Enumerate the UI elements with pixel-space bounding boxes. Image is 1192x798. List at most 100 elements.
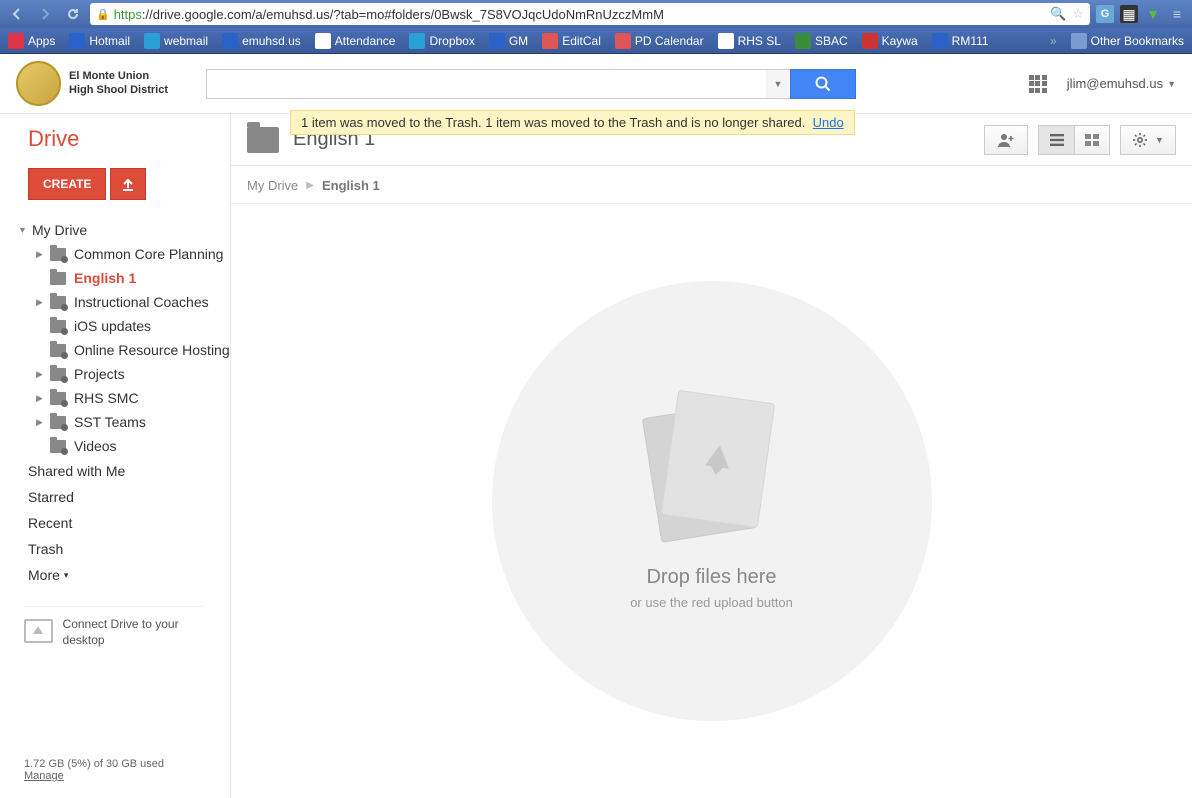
bookmark-item[interactable]: Dropbox <box>409 33 474 49</box>
list-icon <box>1050 134 1064 146</box>
bookmarks-overflow[interactable]: » <box>1050 34 1057 48</box>
starred-link[interactable]: Starred <box>0 484 230 510</box>
tree-item[interactable]: ▶ SST Teams <box>0 410 230 434</box>
bookmark-item[interactable]: EditCal <box>542 33 601 49</box>
bookmark-icon <box>144 33 160 49</box>
expand-icon[interactable]: ▶ <box>36 297 46 308</box>
trash-link[interactable]: Trash <box>0 536 230 562</box>
tree-item[interactable]: Online Resource Hosting <box>0 338 230 362</box>
breadcrumb-root[interactable]: My Drive <box>247 178 298 193</box>
tree-item[interactable]: ▶RHS SMC <box>0 386 230 410</box>
bookmark-icon <box>8 33 24 49</box>
star-icon[interactable]: ☆ <box>1072 6 1084 22</box>
ext-icon-3[interactable]: ▼ <box>1144 5 1162 23</box>
other-bookmarks[interactable]: Other Bookmarks <box>1071 33 1184 49</box>
tree-item[interactable]: ▶Projects <box>0 362 230 386</box>
person-add-icon <box>997 133 1015 147</box>
folder-icon <box>50 344 66 357</box>
reload-button[interactable] <box>62 3 84 25</box>
tree-item[interactable]: ▶Common Core Planning <box>0 242 230 266</box>
bookmark-item[interactable]: Attendance <box>315 33 396 49</box>
bookmark-label: Kaywa <box>882 34 918 48</box>
bookmark-item[interactable]: Hotmail <box>69 33 130 49</box>
bookmark-item[interactable]: RHS SL <box>718 33 781 49</box>
search-area: ▼ <box>206 69 856 99</box>
bookmark-item[interactable]: PD Calendar <box>615 33 704 49</box>
storage-info: 1.72 GB (5%) of 30 GB used Manage <box>0 758 230 790</box>
ext-icon-2[interactable]: ▦ <box>1120 5 1138 23</box>
bookmark-item[interactable]: SBAC <box>795 33 848 49</box>
district-logo-area[interactable]: El Monte Union High Shool District <box>16 61 206 106</box>
zoom-icon[interactable]: 🔍 <box>1050 6 1066 22</box>
bookmark-item[interactable]: webmail <box>144 33 208 49</box>
drop-title: Drop files here <box>646 566 776 589</box>
shared-with-me-link[interactable]: Shared with Me <box>0 458 230 484</box>
folder-icon <box>50 440 66 453</box>
tree-item[interactable]: Videos <box>0 434 230 458</box>
settings-button[interactable]: ▼ <box>1120 125 1176 155</box>
bookmark-label: emuhsd.us <box>242 34 301 48</box>
app-header: El Monte Union High Shool District ▼ jli… <box>0 54 1192 114</box>
search-dropdown[interactable]: ▼ <box>766 69 790 99</box>
chevron-down-icon: ▼ <box>1167 79 1176 89</box>
undo-link[interactable]: Undo <box>813 115 844 130</box>
back-button[interactable] <box>6 3 28 25</box>
forward-button[interactable] <box>34 3 56 25</box>
bookmark-item[interactable]: RM111 <box>932 33 989 49</box>
expand-icon[interactable]: ▶ <box>36 249 46 260</box>
menu-icon[interactable]: ≡ <box>1168 5 1186 23</box>
expand-icon[interactable]: ▶ <box>36 417 46 428</box>
ext-icon-1[interactable]: G <box>1096 5 1114 23</box>
tree-item[interactable]: iOS updates <box>0 314 230 338</box>
bookmark-icon <box>615 33 631 49</box>
list-view-button[interactable] <box>1038 125 1074 155</box>
connect-desktop[interactable]: Connect Drive to your desktop <box>24 606 204 648</box>
bookmark-item[interactable]: emuhsd.us <box>222 33 301 49</box>
upload-button[interactable] <box>110 168 146 200</box>
manage-storage-link[interactable]: Manage <box>24 770 64 782</box>
tree-item[interactable]: ▶Instructional Coaches <box>0 290 230 314</box>
tree-item[interactable]: English 1 <box>0 266 230 290</box>
folder-icon <box>247 127 279 153</box>
bookmark-icon <box>315 33 331 49</box>
drop-subtitle: or use the red upload button <box>630 595 793 610</box>
grid-view-button[interactable] <box>1074 125 1110 155</box>
search-input[interactable] <box>206 69 766 99</box>
expand-icon[interactable]: ▶ <box>36 393 46 404</box>
folder-icon <box>50 320 66 333</box>
search-icon <box>814 75 832 93</box>
bookmark-icon <box>862 33 878 49</box>
bookmark-label: RHS SL <box>738 34 781 48</box>
user-menu[interactable]: jlim@emuhsd.us ▼ <box>1067 76 1176 91</box>
tree-item-label: SST Teams <box>74 414 146 430</box>
bookmark-item[interactable]: Kaywa <box>862 33 918 49</box>
apps-grid-icon[interactable] <box>1029 75 1047 93</box>
recent-link[interactable]: Recent <box>0 510 230 536</box>
folder-icon <box>50 392 66 405</box>
collapse-icon[interactable]: ▼ <box>18 225 28 235</box>
breadcrumb: My Drive ▶ English 1 <box>231 166 1192 204</box>
url-bar[interactable]: 🔒 https ://drive.google.com/a/emuhsd.us/… <box>90 3 1090 25</box>
create-button[interactable]: CREATE <box>28 168 106 200</box>
bookmark-icon <box>409 33 425 49</box>
more-link[interactable]: More ▾ <box>0 562 230 588</box>
bookmark-icon <box>795 33 811 49</box>
chevron-down-icon: ▼ <box>1155 135 1164 145</box>
notification-banner: 1 item was moved to the Trash. 1 item wa… <box>290 110 855 135</box>
bookmark-item[interactable]: Apps <box>8 33 55 49</box>
tree-root[interactable]: ▼ My Drive <box>0 218 230 242</box>
expand-icon[interactable]: ▶ <box>36 369 46 380</box>
share-button[interactable] <box>984 125 1028 155</box>
bookmark-item[interactable]: GM <box>489 33 528 49</box>
folder-icon <box>1071 33 1087 49</box>
bookmark-icon <box>489 33 505 49</box>
folder-icon <box>50 368 66 381</box>
drive-logo[interactable]: Drive <box>0 126 230 168</box>
bookmarks-bar: Apps Hotmail webmail emuhsd.us Attendance Dro… <box>0 28 1192 54</box>
folder-tree: ▼ My Drive ▶Common Core PlanningEnglish … <box>0 218 230 458</box>
connect-text: Connect Drive to your desktop <box>63 617 204 648</box>
drop-zone[interactable]: Drop files here or use the red upload bu… <box>231 204 1192 798</box>
search-button[interactable] <box>790 69 856 99</box>
folder-icon <box>50 416 66 429</box>
folder-icon <box>50 248 66 261</box>
